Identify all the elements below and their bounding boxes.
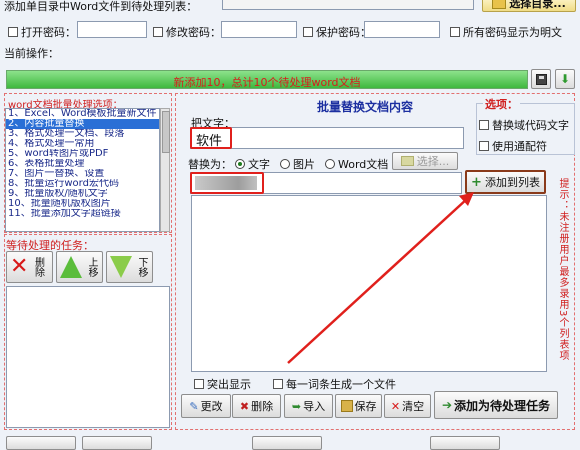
bottom-partial-button-3[interactable] [252, 436, 322, 450]
bottom-partial-button-2[interactable] [82, 436, 152, 450]
bottom-partial-button-4[interactable] [430, 436, 500, 450]
annotation-arrow [287, 192, 474, 364]
bottom-partial-button-1[interactable] [6, 436, 76, 450]
